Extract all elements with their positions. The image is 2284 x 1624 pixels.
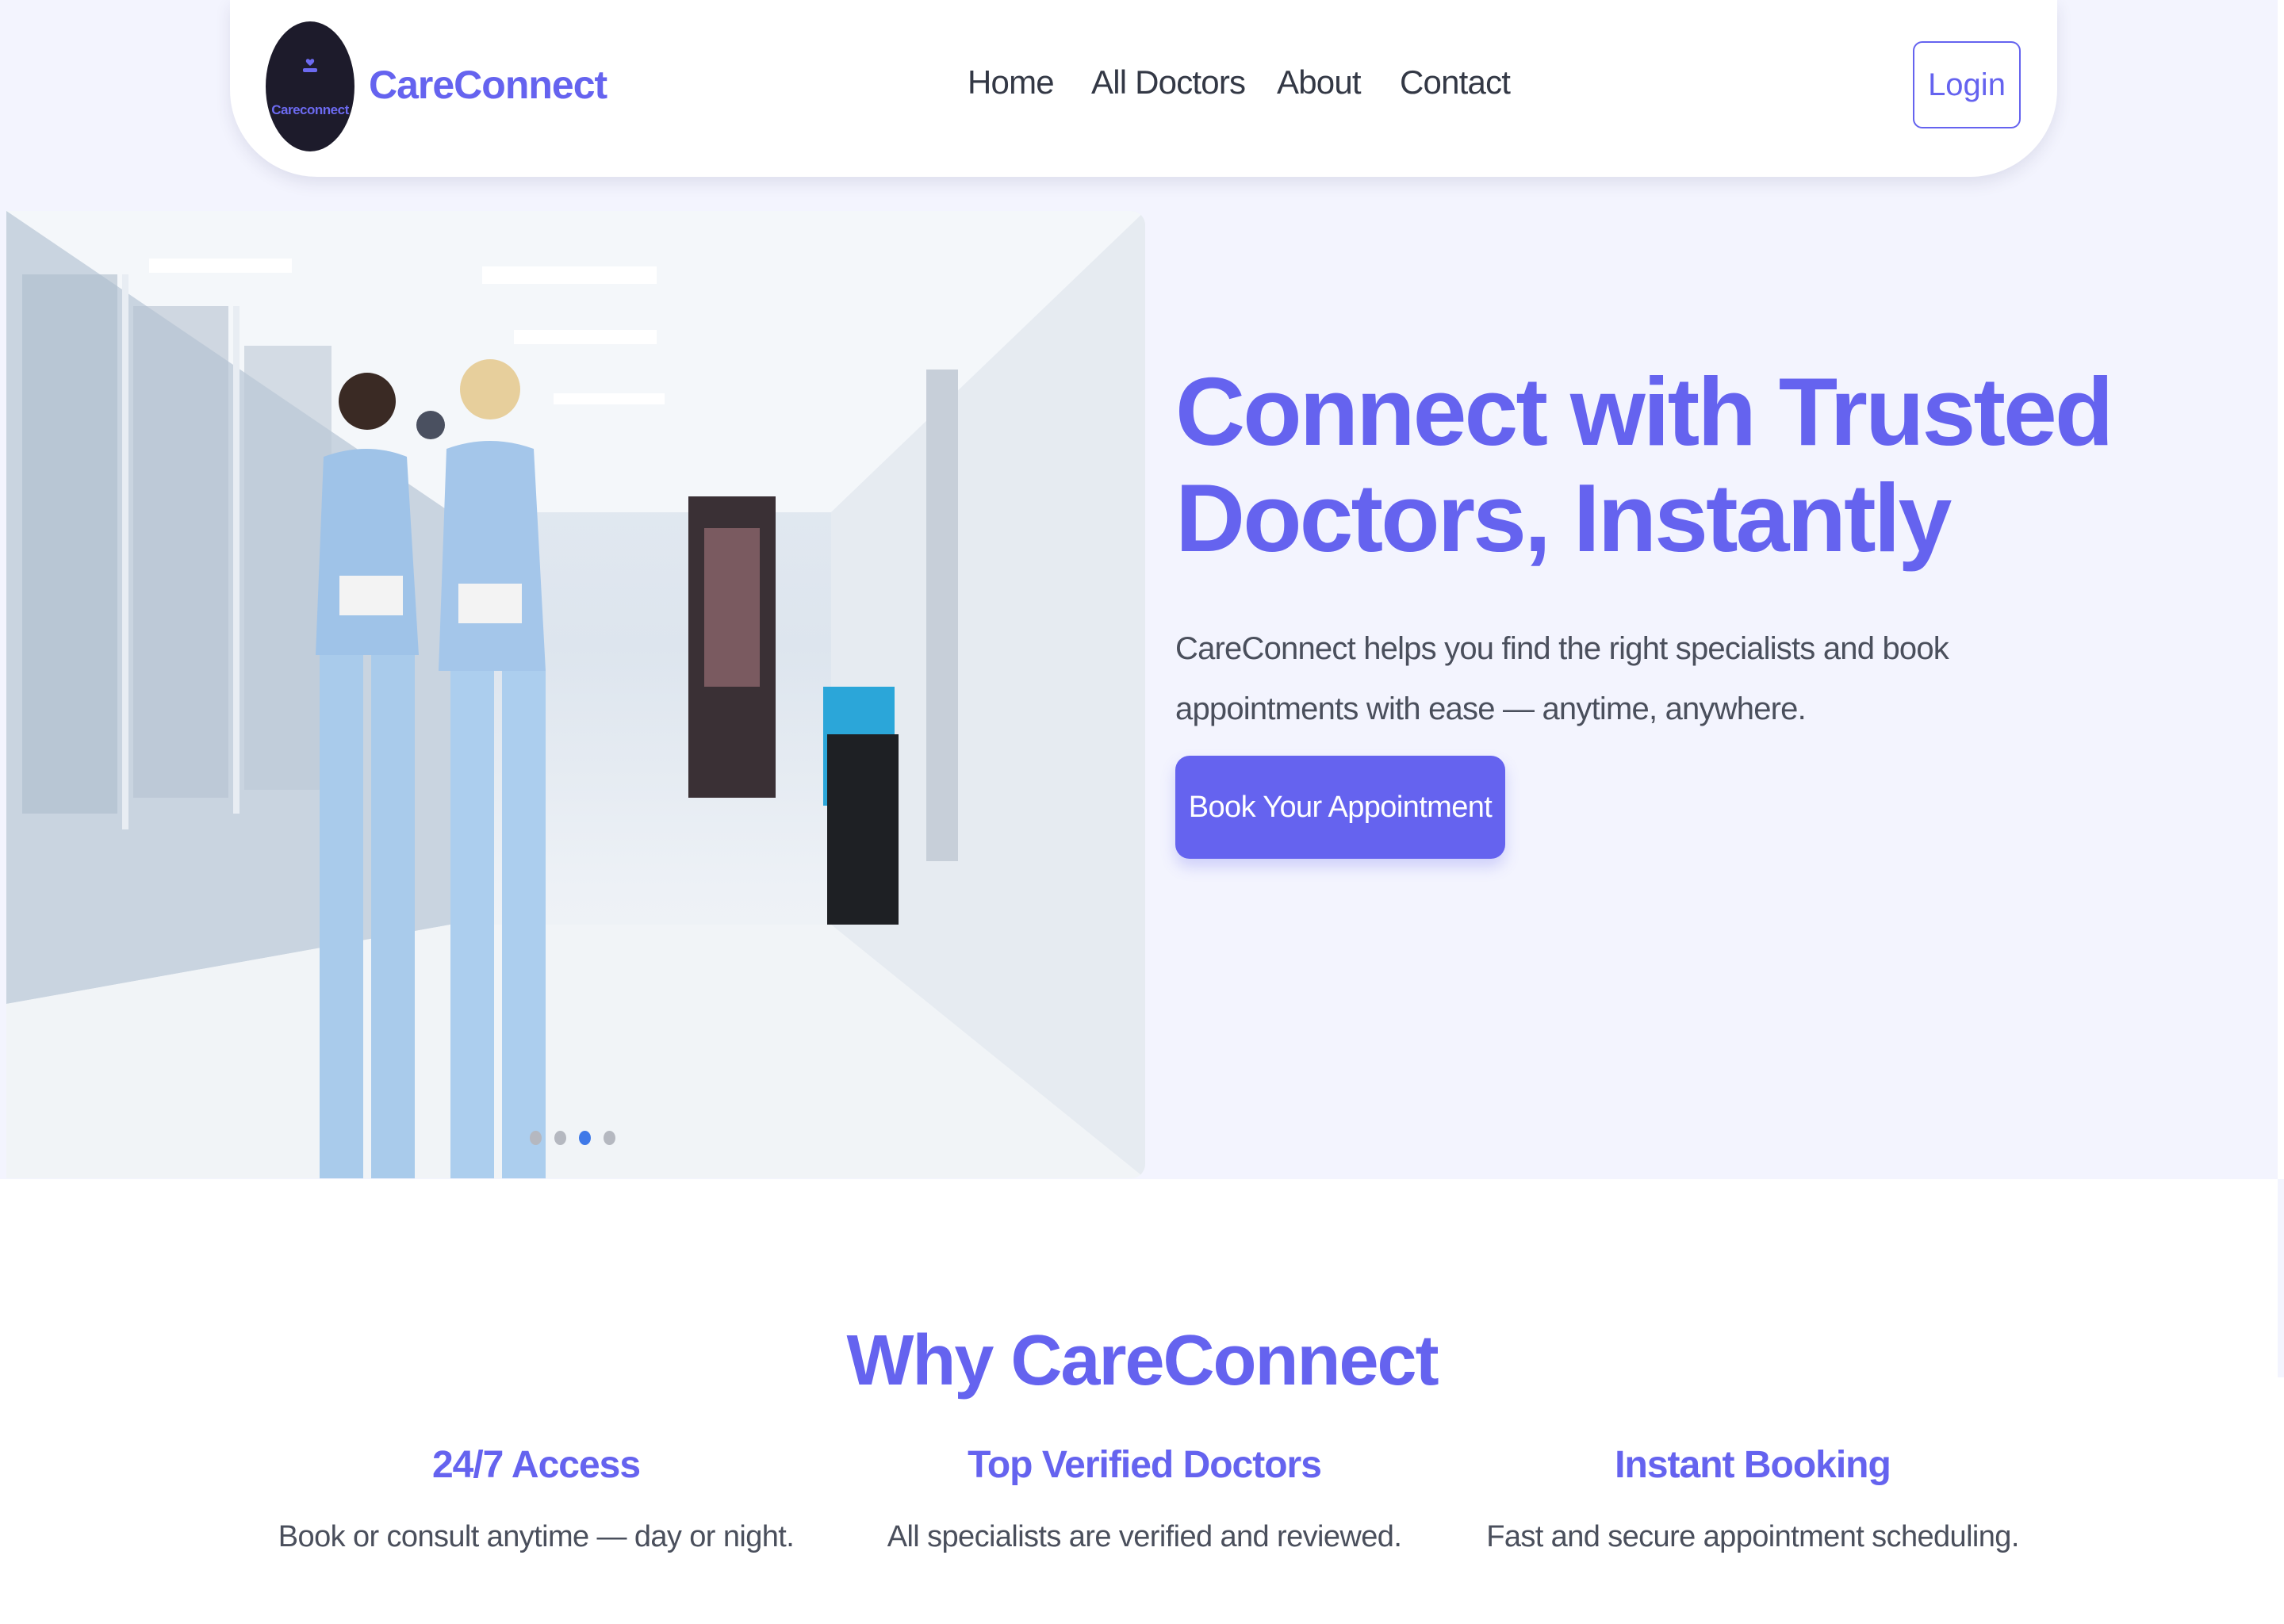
brand-name[interactable]: CareConnect <box>369 62 607 108</box>
logo-text: Careconnect <box>271 102 349 117</box>
carousel-indicators <box>530 1131 615 1145</box>
carousel-dot-2[interactable] <box>554 1131 566 1145</box>
feature-title: Top Verified Doctors <box>968 1444 1322 1486</box>
hero-carousel-image[interactable] <box>6 211 1145 1178</box>
navbar: Careconnect CareConnect Home All Doctors… <box>230 0 2057 177</box>
book-appointment-button[interactable]: Book Your Appointment <box>1175 756 1505 859</box>
nav-about[interactable]: About <box>1277 63 1362 102</box>
feature-description: Book or consult anytime — day or night. <box>278 1520 795 1553</box>
hero-subtitle: CareConnect helps you find the right spe… <box>1175 631 1949 726</box>
feature-description: All specialists are verified and reviewe… <box>887 1520 1402 1553</box>
nav-home[interactable]: Home <box>968 63 1055 102</box>
heart-hand-icon <box>303 59 317 72</box>
feature-title: Instant Booking <box>1615 1444 1891 1486</box>
nav-contact[interactable]: Contact <box>1400 63 1511 102</box>
feature-card: 24/7 Access Book or consult anytime — da… <box>235 1443 837 1554</box>
hero-title: Connect with Trusted Doctors, Instantly <box>1175 358 2113 572</box>
feature-card: Top Verified Doctors All specialists are… <box>843 1443 1446 1554</box>
carousel-dot-1[interactable] <box>530 1131 542 1145</box>
nav-all-doctors[interactable]: All Doctors <box>1091 63 1246 102</box>
hospital-corridor-illustration <box>6 211 1145 1178</box>
why-section-title: Why CareConnect <box>846 1321 1439 1400</box>
carousel-dot-4[interactable] <box>604 1131 615 1145</box>
carousel-dot-3-active[interactable] <box>579 1131 591 1145</box>
feature-card: Instant Booking Fast and secure appointm… <box>1451 1443 2054 1554</box>
login-button[interactable]: Login <box>1913 41 2021 128</box>
logo[interactable]: Careconnect <box>266 21 354 151</box>
feature-title: 24/7 Access <box>431 1444 641 1486</box>
feature-description: Fast and secure appointment scheduling. <box>1486 1520 2019 1553</box>
